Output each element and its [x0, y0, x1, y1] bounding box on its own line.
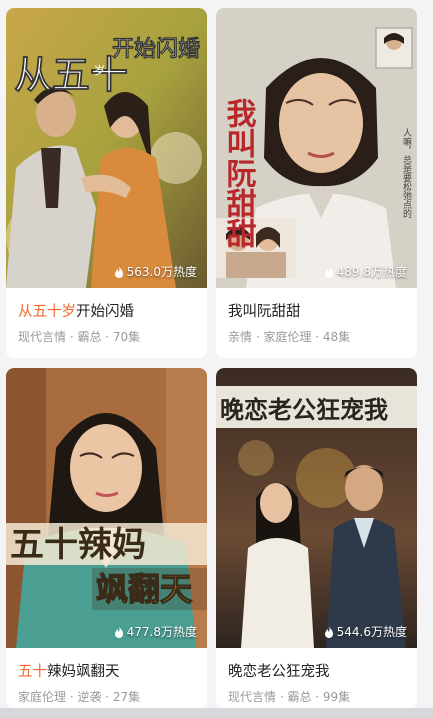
- flame-icon: [324, 265, 333, 278]
- drama-tags-2: 亲情 · 家庭伦理 · 48集: [228, 330, 351, 344]
- drama-tags-1: 现代言情 · 霸总 · 70集: [18, 330, 141, 344]
- poster-1-title-art: 从五十 岁 开始闪婚: [14, 36, 201, 98]
- drama-title-2[interactable]: 我叫阮甜甜: [228, 300, 301, 321]
- drama-card-3[interactable]: 五十辣妈 飒翻天 477.8万热度 五十辣妈飒翻天 家庭伦理 · 逆袭 · 27…: [6, 368, 207, 708]
- heat-badge-1: 563.0万热度: [114, 263, 197, 280]
- drama-grid: 从五十 岁 开始闪婚 563.0万热度 从五十岁开始闪婚 现代言情 · 霸总 ·…: [0, 0, 433, 718]
- heat-value-2: 489.8万热度: [336, 265, 407, 279]
- poster-1-title-small: 岁: [94, 63, 105, 77]
- flame-icon: [114, 625, 123, 638]
- poster-1-title-line2: 开始闪婚: [112, 36, 200, 62]
- heat-value-4: 544.6万热度: [336, 625, 407, 639]
- drama-poster-3[interactable]: 五十辣妈 飒翻天 477.8万热度: [6, 368, 207, 648]
- title-rest-4: 晚恋老公狂宠我: [228, 664, 330, 680]
- drama-card-2[interactable]: 我叫阮甜甜 人嘛，总是要松弛点的 489.8万热度 我叫阮甜甜 亲情 · 家庭伦…: [216, 8, 417, 358]
- poster-1-title-line1: 从五十: [14, 53, 128, 97]
- poster-2-image: 我叫阮甜甜 人嘛，总是要松弛点的: [216, 8, 417, 288]
- title-rest-3: 辣妈飒翻天: [47, 664, 120, 680]
- drama-poster-1[interactable]: 从五十 岁 开始闪婚 563.0万热度: [6, 8, 207, 288]
- poster-3-title-line1: 五十辣妈: [10, 525, 146, 565]
- drama-tags-3: 家庭伦理 · 逆袭 · 27集: [18, 690, 141, 704]
- heat-badge-2: 489.8万热度: [324, 263, 407, 280]
- poster-4-image: 晚恋老公狂宠我: [216, 368, 417, 648]
- poster-2-side-text: 人嘛，总是要松弛点的: [401, 128, 412, 219]
- title-rest-1: 开始闪婚: [76, 304, 134, 320]
- title-highlight-1: 从五十岁: [18, 304, 76, 320]
- title-rest-2: 我叫阮甜甜: [228, 304, 301, 320]
- drama-card-4[interactable]: 晚恋老公狂宠我 544.6万热度 晚恋老公狂宠我 现代言情 · 霸总 · 99集: [216, 368, 417, 708]
- heat-badge-3: 477.8万热度: [114, 623, 197, 640]
- bottom-scroll-edge: [0, 708, 433, 718]
- poster-3-image: 五十辣妈 飒翻天: [6, 368, 207, 648]
- drama-title-4[interactable]: 晚恋老公狂宠我: [228, 660, 330, 681]
- poster-2-title: 我叫阮甜甜: [221, 98, 257, 248]
- flame-icon: [114, 265, 123, 278]
- flame-icon: [324, 625, 333, 638]
- drama-card-1[interactable]: 从五十 岁 开始闪婚 563.0万热度 从五十岁开始闪婚 现代言情 · 霸总 ·…: [6, 8, 207, 358]
- poster-4-title: 晚恋老公狂宠我: [220, 396, 388, 424]
- drama-title-3[interactable]: 五十辣妈飒翻天: [18, 660, 120, 681]
- title-highlight-3: 五十: [18, 664, 47, 680]
- poster-3-title-line2: 飒翻天: [96, 570, 192, 608]
- heat-value-1: 563.0万热度: [126, 265, 197, 279]
- drama-poster-4[interactable]: 晚恋老公狂宠我 544.6万热度: [216, 368, 417, 648]
- heat-value-3: 477.8万热度: [126, 625, 197, 639]
- heat-badge-4: 544.6万热度: [324, 623, 407, 640]
- drama-poster-2[interactable]: 我叫阮甜甜 人嘛，总是要松弛点的 489.8万热度: [216, 8, 417, 288]
- drama-title-1[interactable]: 从五十岁开始闪婚: [18, 300, 134, 321]
- drama-tags-4: 现代言情 · 霸总 · 99集: [228, 690, 351, 704]
